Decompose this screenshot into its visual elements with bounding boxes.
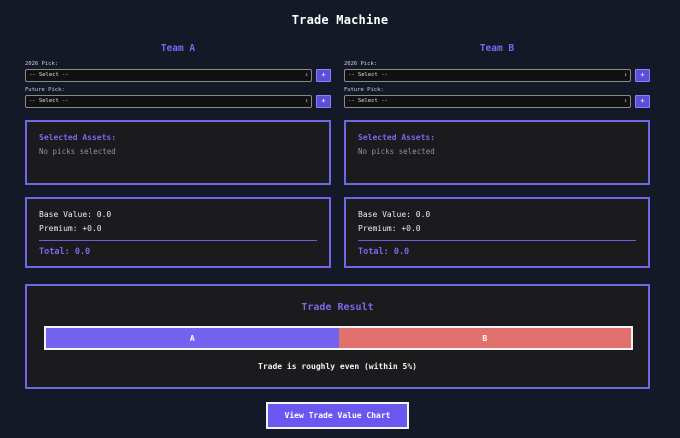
team-a-base-value: Base Value: 0.0	[39, 210, 112, 219]
team-a-2026-pick-add-button[interactable]: +	[316, 68, 331, 82]
team-b-value-panel: Base Value: 0.0 Premium: +0.0 Total: 0.0	[344, 197, 650, 268]
team-b-future-pick-add-button[interactable]: +	[635, 94, 650, 108]
team-a-assets-heading: Selected Assets:	[39, 133, 117, 142]
team-b-premium: Premium: +0.0	[358, 224, 421, 233]
team-a-future-pick-label: Future Pick:	[25, 87, 65, 93]
team-b-future-pick-value: -- Select --	[348, 97, 388, 104]
select-caret-icon: ↕	[623, 97, 627, 104]
team-b-base-value: Base Value: 0.0	[358, 210, 431, 219]
team-b-future-pick-label: Future Pick:	[344, 87, 384, 93]
team-b-share-label: B	[482, 333, 488, 343]
team-a-total: Total: 0.0	[39, 247, 91, 257]
team-a-share-label: A	[189, 333, 195, 343]
team-b-heading: Team B	[479, 43, 515, 54]
trade-result-panel: Trade Result A B Trade is roughly even (…	[25, 284, 650, 389]
team-a-selected-assets-panel: Selected Assets: No picks selected	[25, 120, 331, 185]
team-b-value-divider	[358, 240, 636, 241]
team-a-2026-pick-select[interactable]: -- Select -- ↕	[25, 68, 312, 82]
team-a-assets-empty: No picks selected	[39, 147, 116, 156]
trade-machine-page: Trade Machine Team A 2026 Pick: -- Selec…	[0, 0, 680, 438]
page-title: Trade Machine	[291, 13, 389, 27]
team-b-2026-pick-value: -- Select --	[348, 71, 388, 78]
team-b-total: Total: 0.0	[358, 247, 410, 257]
team-b-2026-pick-add-button[interactable]: +	[635, 68, 650, 82]
team-a-future-pick-row: -- Select -- ↕ +	[25, 94, 331, 108]
trade-result-message: Trade is roughly even (within 5%)	[258, 362, 417, 371]
view-trade-value-chart-button[interactable]: View Trade Value Chart	[266, 402, 409, 429]
trade-balance-bar: A B	[44, 326, 633, 350]
team-a-2026-pick-row: -- Select -- ↕ +	[25, 68, 331, 82]
team-b-2026-pick-row: -- Select -- ↕ +	[344, 68, 650, 82]
team-a-future-pick-value: -- Select --	[29, 97, 69, 104]
team-b-assets-empty: No picks selected	[358, 147, 435, 156]
team-b-2026-pick-select[interactable]: -- Select -- ↕	[344, 68, 631, 82]
team-b-selected-assets-panel: Selected Assets: No picks selected	[344, 120, 650, 185]
team-b-2026-pick-label: 2026 Pick:	[344, 61, 378, 67]
select-caret-icon: ↕	[623, 71, 627, 78]
team-b-future-pick-select[interactable]: -- Select -- ↕	[344, 94, 631, 108]
team-a-share-bar: A	[46, 328, 339, 348]
select-caret-icon: ↕	[304, 71, 308, 78]
team-b-future-pick-row: -- Select -- ↕ +	[344, 94, 650, 108]
select-caret-icon: ↕	[304, 97, 308, 104]
team-a-heading: Team A	[160, 43, 196, 54]
team-a-2026-pick-value: -- Select --	[29, 71, 69, 78]
team-a-premium: Premium: +0.0	[39, 224, 102, 233]
team-b-column: Team B 2026 Pick: -- Select -- ↕ + Futur…	[344, 42, 650, 108]
team-a-future-pick-select[interactable]: -- Select -- ↕	[25, 94, 312, 108]
team-b-assets-heading: Selected Assets:	[358, 133, 436, 142]
team-b-share-bar: B	[338, 328, 631, 348]
team-a-future-pick-add-button[interactable]: +	[316, 94, 331, 108]
trade-result-title: Trade Result	[301, 302, 374, 313]
team-a-2026-pick-label: 2026 Pick:	[25, 61, 59, 67]
team-a-value-panel: Base Value: 0.0 Premium: +0.0 Total: 0.0	[25, 197, 331, 268]
team-a-column: Team A 2026 Pick: -- Select -- ↕ + Futur…	[25, 42, 331, 108]
team-a-value-divider	[39, 240, 317, 241]
